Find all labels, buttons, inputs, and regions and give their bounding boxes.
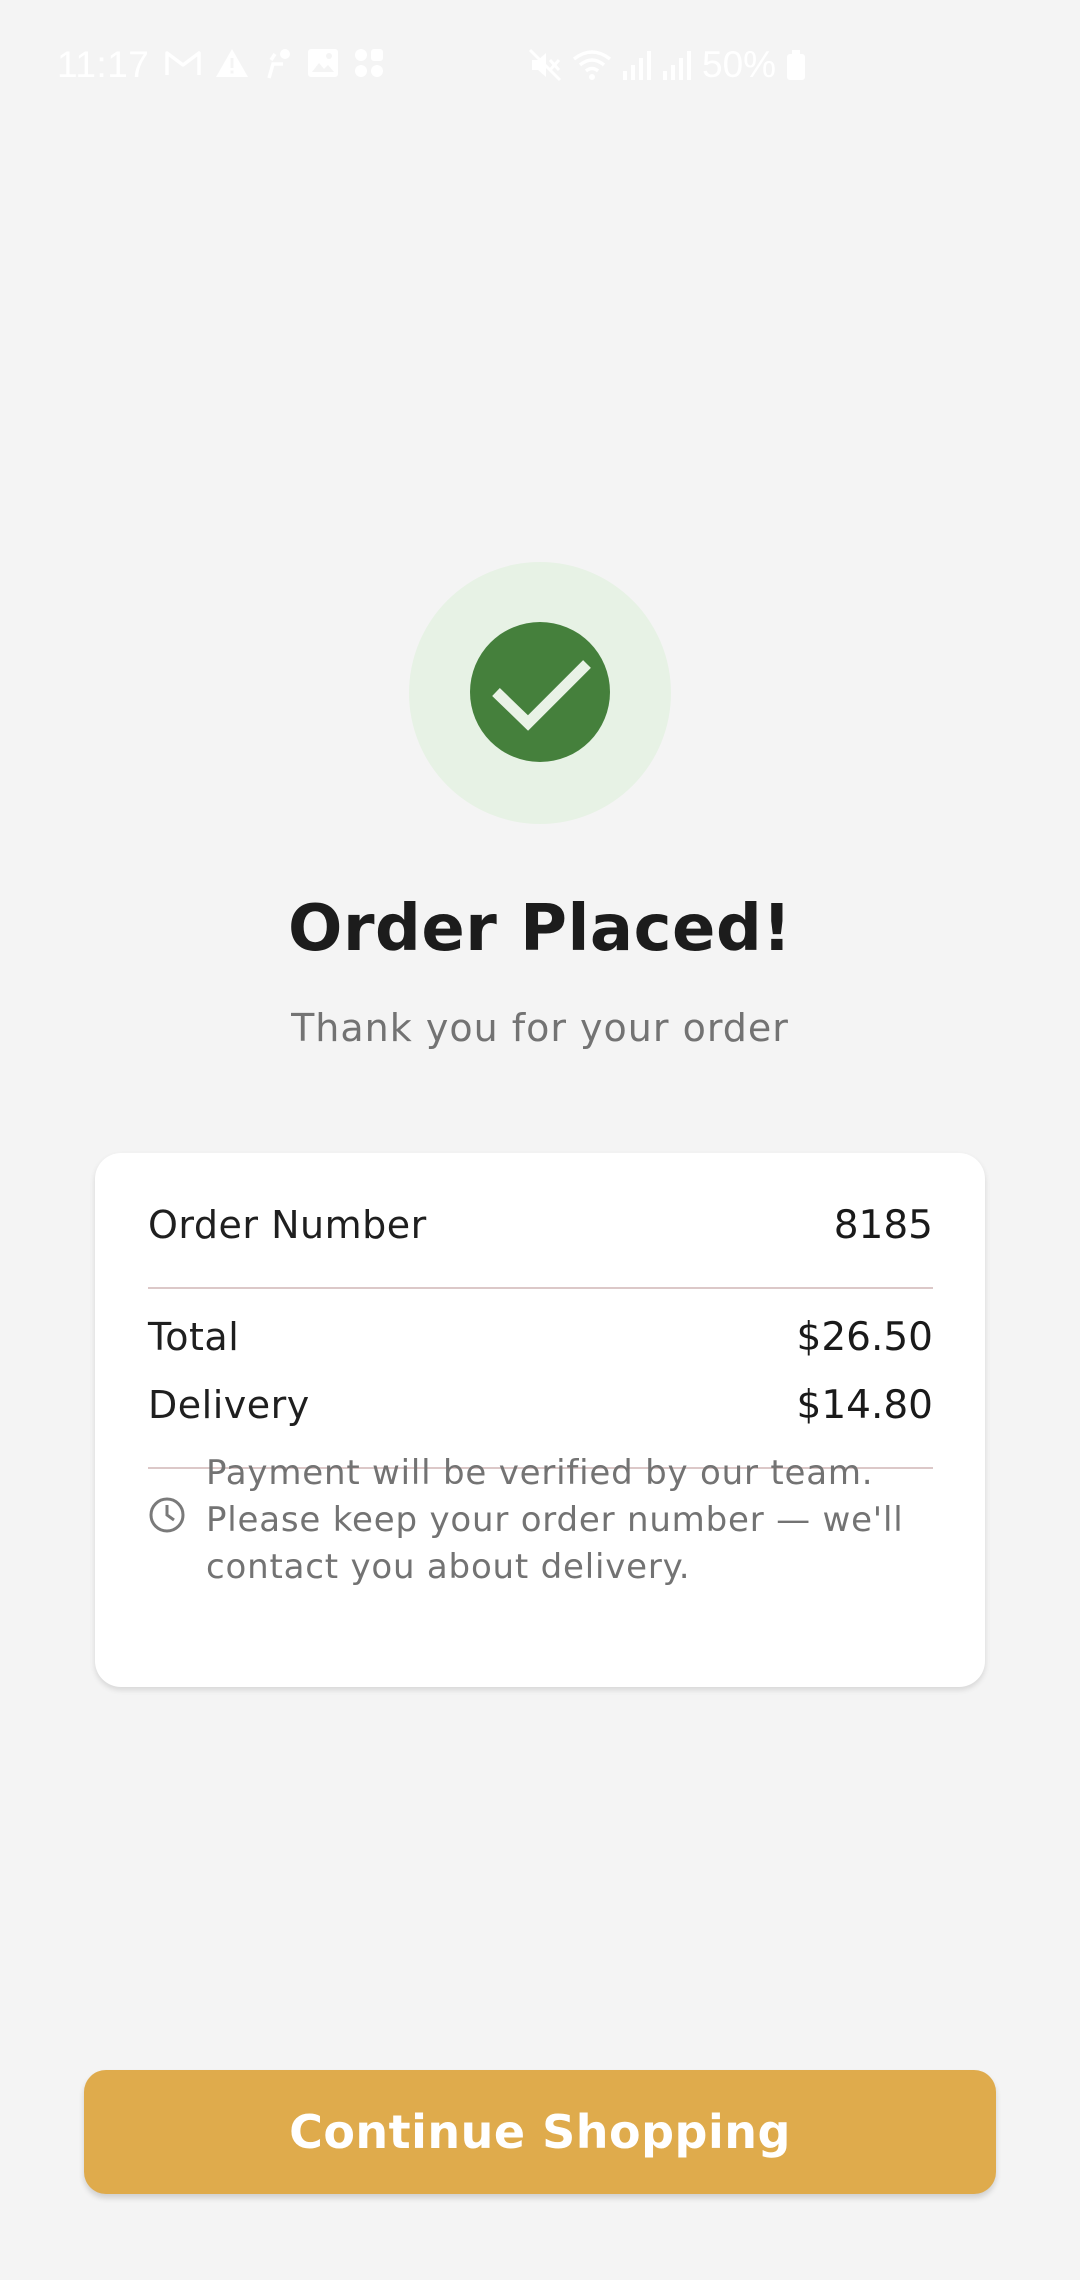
signal-icon [622,49,652,81]
page-subtitle: Thank you for your order [291,1006,789,1050]
total-label: Total [148,1315,240,1359]
wallet-icon [263,46,293,80]
delivery-row: Delivery $14.80 [148,1383,933,1428]
continue-shopping-button[interactable]: Continue Shopping [84,2070,996,2194]
mute-icon [528,48,562,82]
order-number-value: 8185 [833,1203,933,1248]
order-summary-card: Order Number 8185 Total $26.50 Delivery … [95,1153,985,1687]
wifi-icon [572,49,612,81]
divider [148,1287,933,1289]
total-value: $26.50 [796,1315,933,1360]
delivery-value: $14.80 [796,1383,933,1428]
order-number-label: Order Number [148,1203,427,1247]
notification-icons [165,46,385,80]
signal-icon [662,49,692,81]
clock-icon [148,1496,186,1538]
gmail-icon [165,49,201,77]
battery-percent: 50% [702,44,777,85]
total-row: Total $26.50 [148,1315,933,1360]
order-number-row: Order Number 8185 [148,1203,933,1248]
check-icon [470,622,610,762]
status-bar: 11:17 50% [0,0,1080,130]
delivery-label: Delivery [148,1383,310,1427]
warning-icon [215,48,249,78]
battery-icon [786,49,806,81]
image-icon [307,48,339,78]
payment-note-text: Payment will be verified by our team. Pl… [206,1453,904,1587]
page-title: Order Placed! [288,892,792,966]
status-time: 11:17 [57,44,150,85]
system-icons: 50% [528,44,806,86]
apps-icon [353,47,385,79]
